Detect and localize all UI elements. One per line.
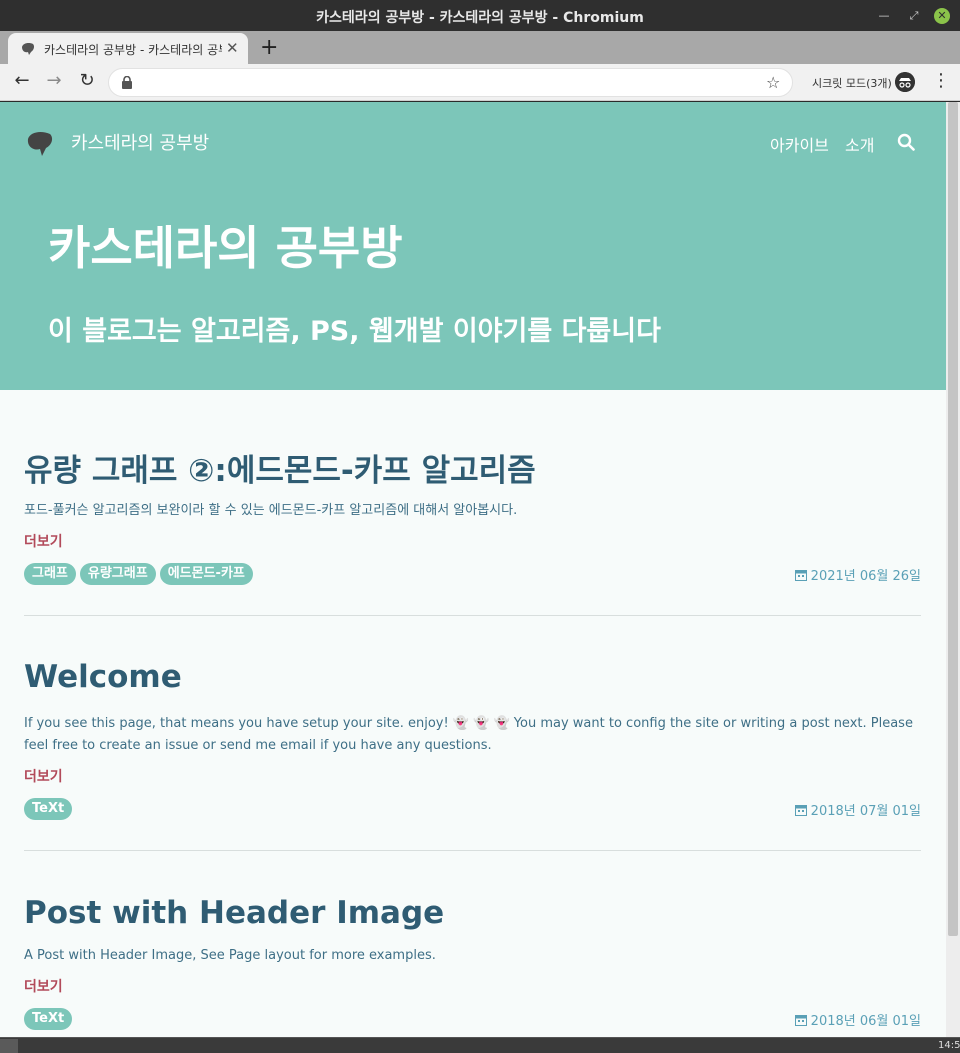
close-window-button[interactable]: ✕	[934, 8, 950, 24]
post-excerpt: 포드-풀커슨 알고리즘의 보완이라 할 수 있는 에드몬드-카프 알고리즘에 대…	[24, 503, 518, 518]
read-more-link[interactable]: 더보기	[24, 766, 63, 786]
tag-list: 그래프 유량그래프 에드몬드-카프	[24, 563, 257, 585]
tag[interactable]: 그래프	[24, 563, 76, 585]
tab-strip: 카스테라의 공부방 - 카스테라의 공부방 ✕ +	[0, 31, 960, 64]
lock-icon	[122, 76, 132, 89]
browser-tab[interactable]: 카스테라의 공부방 - 카스테라의 공부방 ✕	[8, 33, 248, 64]
calendar-icon	[794, 1015, 807, 1026]
more-menu-icon[interactable]: ⋮	[932, 70, 950, 91]
incognito-icon[interactable]	[895, 72, 915, 92]
post-divider	[24, 615, 921, 616]
site-header: 카스테라의 공부방 아카이브 소개 카스테라의 공부방 이 블로그는 알고리즘,…	[0, 102, 946, 390]
nav-about-link[interactable]: 소개	[845, 132, 874, 156]
new-tab-button[interactable]: +	[260, 35, 278, 60]
post-title-link[interactable]: Welcome	[24, 659, 182, 695]
tag[interactable]: TeXt	[24, 798, 73, 820]
window-title: 카스테라의 공부방 - 카스테라의 공부방 - Chromium	[316, 10, 644, 26]
ginkgo-favicon-icon	[22, 43, 35, 55]
post-date: 2018년 06월 01일	[794, 1010, 921, 1029]
nav-archive-link[interactable]: 아카이브	[770, 132, 829, 156]
post-excerpt: If you see this page, that means you hav…	[24, 716, 913, 753]
window-title-bar: 카스테라의 공부방 - 카스테라의 공부방 - Chromium — ⤢ ✕	[0, 0, 960, 31]
bookmark-star-icon[interactable]: ☆	[766, 73, 780, 92]
tag-list: TeXt	[24, 1008, 76, 1030]
hero-title: 카스테라의 공부방	[48, 221, 403, 275]
post-date-text: 2018년 06월 01일	[810, 1014, 921, 1029]
tab-close-icon[interactable]: ✕	[226, 39, 239, 57]
ginkgo-logo-icon[interactable]	[25, 129, 55, 157]
site-name-link[interactable]: 카스테라의 공부방	[71, 129, 209, 155]
post-title-link[interactable]: 유량 그래프 ②:에드몬드-카프 알고리즘	[24, 445, 536, 490]
calendar-icon	[794, 570, 807, 581]
read-more-link[interactable]: 더보기	[24, 531, 63, 551]
post-date-text: 2018년 07월 01일	[810, 804, 921, 819]
search-icon[interactable]	[897, 133, 915, 151]
hero-subtitle: 이 블로그는 알고리즘, PS, 웹개발 이야기를 다룹니다	[48, 316, 661, 347]
address-bar[interactable]: ☆	[108, 68, 793, 97]
tag-list: TeXt	[24, 798, 76, 820]
page-scrollbar[interactable]	[946, 102, 960, 1037]
desktop-taskbar: 14:5	[0, 1037, 960, 1053]
post-date-text: 2021년 06월 26일	[810, 569, 921, 584]
minimize-button[interactable]: —	[876, 8, 892, 24]
forward-arrow-icon[interactable]: →	[43, 70, 65, 92]
browser-toolbar: ← → ↻ ☆ 시크릿 모드(3개) ⋮	[0, 64, 960, 101]
scrollbar-thumb[interactable]	[948, 102, 958, 936]
maximize-button[interactable]: ⤢	[906, 8, 922, 24]
calendar-icon	[794, 805, 807, 816]
incognito-label: 시크릿 모드(3개)	[812, 77, 892, 90]
post-divider	[24, 850, 921, 851]
post-title-link[interactable]: Post with Header Image	[24, 895, 444, 931]
read-more-link[interactable]: 더보기	[24, 976, 63, 996]
tag[interactable]: 유량그래프	[79, 563, 156, 585]
tag[interactable]: TeXt	[24, 1008, 73, 1030]
reload-icon[interactable]: ↻	[76, 70, 98, 92]
back-arrow-icon[interactable]: ←	[11, 70, 33, 92]
tag[interactable]: 에드몬드-카프	[159, 563, 253, 585]
tray-clock: 14:5	[938, 1040, 960, 1051]
start-menu-button[interactable]	[0, 1039, 18, 1053]
tab-title: 카스테라의 공부방 - 카스테라의 공부방	[44, 43, 222, 57]
post-excerpt: A Post with Header Image, See Page layou…	[24, 948, 436, 963]
post-date: 2021년 06월 26일	[794, 565, 921, 584]
page-viewport: 카스테라의 공부방 아카이브 소개 카스테라의 공부방 이 블로그는 알고리즘,…	[0, 102, 946, 1037]
post-date: 2018년 07월 01일	[794, 800, 921, 819]
